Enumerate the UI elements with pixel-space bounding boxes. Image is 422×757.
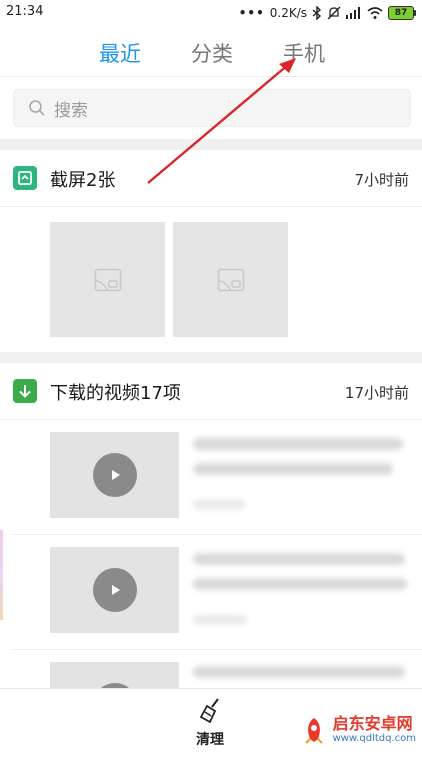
- screenshot-thumbnail[interactable]: [50, 222, 165, 337]
- screenshots-section-header[interactable]: 截屏2张 7小时前: [0, 150, 422, 206]
- mute-icon: [327, 6, 341, 20]
- search-input[interactable]: 搜索: [13, 89, 411, 127]
- screenshots-divider: [0, 206, 422, 207]
- status-indicators: ••• 0.2K/s 87: [239, 4, 416, 22]
- watermark-title: 启东安卓网: [332, 714, 413, 733]
- network-speed: 0.2K/s: [269, 6, 307, 20]
- list-item[interactable]: [0, 650, 422, 688]
- download-icon: [13, 379, 37, 403]
- search-placeholder: 搜索: [54, 100, 88, 121]
- image-placeholder-icon: [217, 268, 244, 291]
- watermark: 启东安卓网 www.qdltdq.com: [299, 715, 416, 745]
- more-dots-icon: •••: [238, 6, 265, 20]
- screenshot-icon: [13, 166, 37, 190]
- screenshots-title: 截屏2张: [50, 170, 116, 191]
- watermark-logo-icon: [304, 718, 323, 744]
- section-gap: [0, 352, 422, 363]
- status-time: 21:34: [6, 4, 44, 19]
- list-item[interactable]: [0, 535, 422, 649]
- battery-tip: [414, 10, 416, 16]
- section-gap: [0, 139, 422, 150]
- list-item[interactable]: [0, 420, 422, 534]
- bluetooth-icon: [312, 6, 322, 20]
- screenshots-time: 7小时前: [354, 171, 409, 189]
- tab-bar: 最近 分类 手机: [0, 30, 422, 74]
- wifi-icon: [367, 7, 383, 19]
- header-divider: [0, 76, 422, 77]
- broom-icon[interactable]: [198, 697, 224, 725]
- image-placeholder-icon: [94, 268, 121, 291]
- watermark-url: www.qdltdq.com: [332, 733, 416, 744]
- videos-section-header[interactable]: 下载的视频17项 17小时前: [0, 363, 422, 419]
- tab-category[interactable]: 分类: [191, 38, 233, 68]
- video-thumbnail[interactable]: [50, 547, 179, 633]
- battery-indicator: 87: [388, 6, 414, 20]
- edge-decoration: [0, 530, 3, 620]
- play-icon[interactable]: [92, 568, 137, 612]
- video-thumbnail[interactable]: [50, 662, 179, 688]
- clean-button[interactable]: 清理: [196, 729, 224, 749]
- search-icon: [29, 100, 45, 116]
- tab-recent[interactable]: 最近: [99, 38, 141, 68]
- play-icon[interactable]: [92, 453, 137, 497]
- tab-phone[interactable]: 手机: [283, 38, 325, 68]
- videos-time: 17小时前: [344, 384, 409, 402]
- status-bar: 21:34 ••• 0.2K/s 87: [0, 0, 422, 26]
- screenshot-thumbnail[interactable]: [173, 222, 288, 337]
- videos-title: 下载的视频17项: [50, 383, 181, 404]
- video-thumbnail[interactable]: [50, 432, 179, 518]
- signal-icon: [346, 7, 360, 19]
